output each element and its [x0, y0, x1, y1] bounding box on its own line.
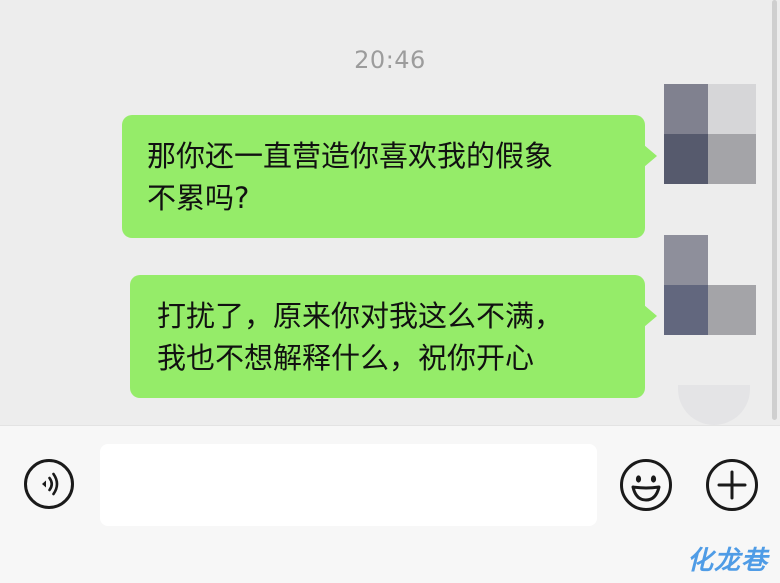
message-bubble[interactable]: 那你还一直营造你喜欢我的假象 不累吗?: [122, 115, 657, 238]
add-button[interactable]: [705, 458, 759, 512]
voice-icon: [42, 472, 59, 496]
input-bar: [0, 425, 780, 544]
self-avatar[interactable]: [678, 385, 750, 425]
add-icon: [706, 459, 758, 511]
scrollbar[interactable]: [772, 0, 777, 420]
message-bubble[interactable]: 打扰了，原来你对我这么不满， 我也不想解释什么，祝你开心: [130, 275, 657, 398]
self-avatar[interactable]: [664, 84, 756, 184]
self-avatar[interactable]: [664, 235, 756, 335]
watermark-logo: 化龙巷: [686, 546, 768, 576]
message-timestamp: 20:46: [354, 46, 426, 74]
voice-button[interactable]: [24, 459, 74, 509]
chat-area[interactable]: 20:46 那你还一直营造你喜欢我的假象 不累吗? 打扰了，原来你对我这么不满，…: [0, 0, 780, 425]
emoji-button[interactable]: [619, 458, 673, 512]
message-input[interactable]: [100, 444, 597, 526]
bottom-safe-area: [0, 543, 780, 583]
emoji-icon: [620, 459, 672, 511]
